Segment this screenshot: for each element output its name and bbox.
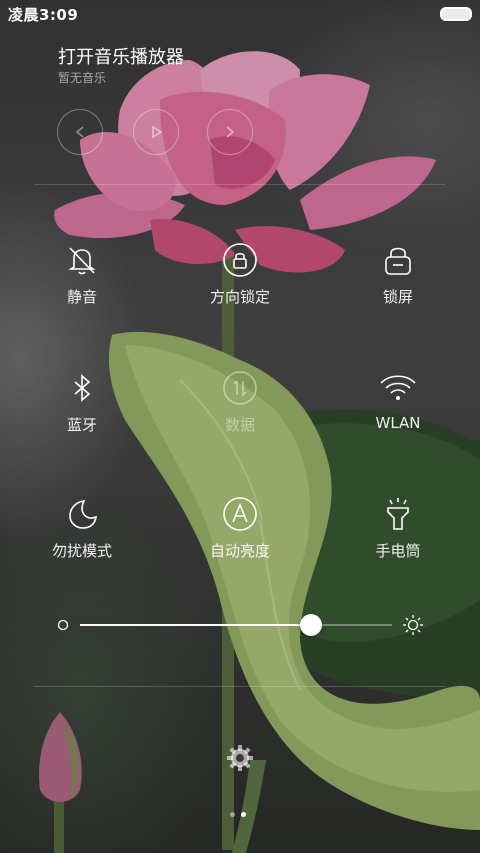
gear-icon [227, 745, 253, 771]
toggle-mute[interactable]: 静音 [22, 240, 142, 307]
toggle-label: 静音 [66, 288, 97, 306]
wifi-icon [380, 375, 416, 400]
page-dot-active [241, 812, 246, 817]
settings-button[interactable] [226, 744, 254, 772]
play-icon [152, 125, 163, 139]
toggle-label: 方向锁定 [209, 288, 270, 306]
toggle-mobile-data[interactable]: 数据 [180, 368, 300, 435]
rotation-lock-icon [223, 243, 257, 277]
status-time: 凌晨3:09 [8, 6, 79, 24]
brightness-slider-knob[interactable] [299, 614, 322, 636]
brightness-slider[interactable] [80, 614, 392, 636]
page-dot [230, 812, 235, 817]
bluetooth-icon [74, 374, 91, 402]
brightness-low-icon [57, 619, 69, 631]
toggle-label: 锁屏 [382, 288, 413, 306]
toggle-label: 勿扰模式 [51, 542, 112, 560]
toggle-lock-screen[interactable]: 锁屏 [338, 240, 458, 307]
toggle-label: 手电筒 [375, 542, 421, 560]
previous-icon [75, 126, 84, 138]
toggle-auto-brightness[interactable]: 自动亮度 [180, 494, 300, 561]
data-arrows-icon [223, 371, 257, 405]
toggle-do-not-disturb[interactable]: 勿扰模式 [22, 494, 142, 561]
flashlight-icon [387, 498, 409, 530]
toggle-bluetooth[interactable]: 蓝牙 [22, 368, 142, 435]
toggle-label: WLAN [375, 414, 421, 432]
next-button[interactable] [207, 109, 253, 155]
music-player-title[interactable]: 打开音乐播放器 [58, 43, 184, 69]
lock-icon [385, 247, 411, 275]
toggle-label: 自动亮度 [209, 542, 270, 560]
toggle-label: 蓝牙 [66, 416, 97, 434]
brightness-slider-fill [80, 624, 311, 626]
page-indicator [230, 812, 246, 817]
music-player-subtitle: 暂无音乐 [58, 71, 107, 85]
divider [34, 184, 446, 185]
play-button[interactable] [133, 109, 179, 155]
moon-icon [69, 500, 97, 529]
next-icon [226, 126, 235, 138]
toggle-label: 数据 [224, 416, 255, 434]
brightness-high-icon [403, 615, 423, 635]
divider [34, 686, 446, 687]
auto-brightness-icon [223, 497, 257, 531]
battery-icon [440, 7, 472, 21]
toggle-wlan[interactable]: WLAN [338, 368, 458, 432]
toggle-flashlight[interactable]: 手电筒 [338, 494, 458, 561]
previous-button[interactable] [57, 109, 103, 155]
toggle-rotation-lock[interactable]: 方向锁定 [180, 240, 300, 307]
bell-off-icon [68, 247, 96, 275]
